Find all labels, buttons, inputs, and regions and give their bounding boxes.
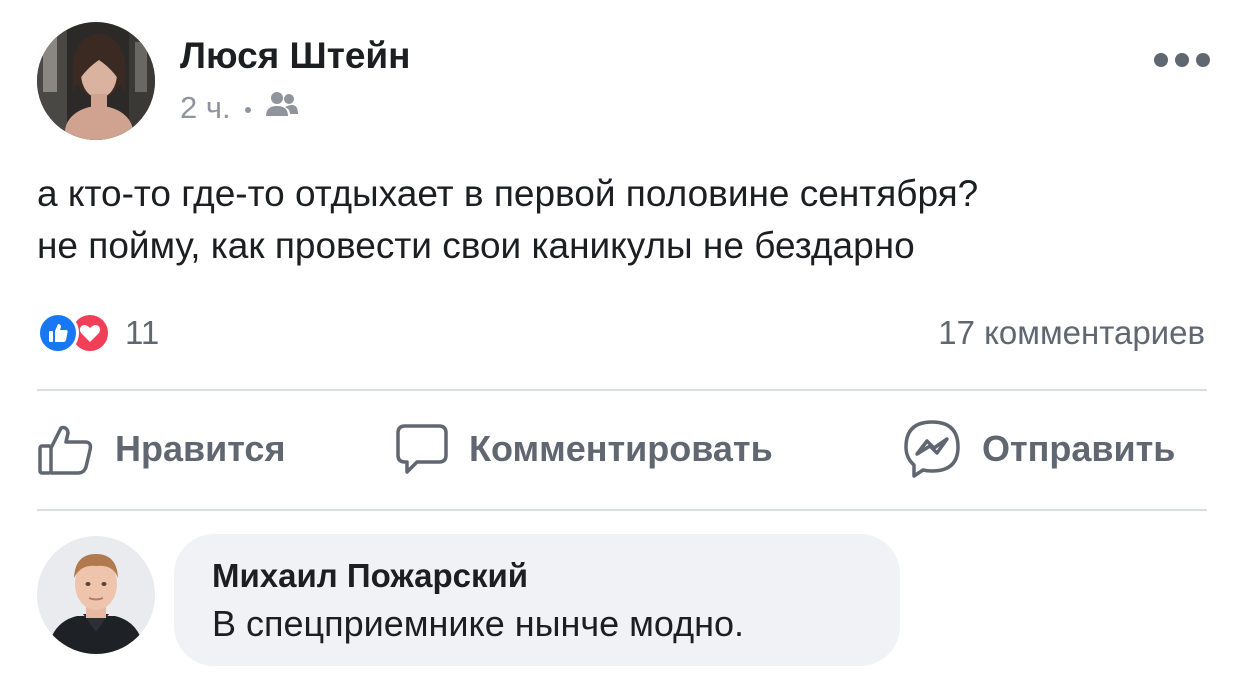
author-name[interactable]: Люся Штейн [180, 33, 411, 79]
commenter-avatar[interactable] [37, 536, 155, 654]
more-dot [1175, 53, 1189, 67]
more-options-button[interactable] [1154, 48, 1210, 72]
send-button[interactable]: Отправить [902, 418, 1175, 480]
author-avatar-photo [37, 22, 155, 140]
comment-button[interactable]: Комментировать [395, 418, 773, 480]
divider [37, 389, 1207, 391]
more-dot [1196, 53, 1210, 67]
friends-icon[interactable] [265, 90, 299, 126]
send-button-label: Отправить [982, 428, 1176, 469]
comment-bubble[interactable]: Михаил Пожарский В спецприемнике нынче м… [174, 534, 900, 666]
reactions-summary[interactable]: 11 [37, 310, 159, 356]
like-button-label: Нравится [115, 428, 286, 469]
commenter-avatar-photo [37, 536, 155, 654]
post-time[interactable]: 2 ч. [180, 90, 231, 126]
post-text-line: а кто-то где-то отдыхает в первой полови… [37, 173, 979, 214]
comment-author[interactable]: Михаил Пожарский [212, 556, 900, 596]
post-text-line: не пойму, как провести свои каникулы не … [37, 225, 915, 266]
comment-button-label: Комментировать [469, 428, 773, 469]
thumbs-up-icon [37, 420, 95, 478]
comment-text: В спецприемнике нынче модно. [212, 603, 745, 644]
like-button[interactable]: Нравится [37, 418, 285, 480]
more-dot [1154, 53, 1168, 67]
author-avatar[interactable] [37, 22, 155, 140]
meta-separator [244, 107, 251, 113]
divider [37, 509, 1207, 511]
like-icon [37, 312, 79, 354]
reaction-count: 11 [125, 314, 160, 351]
post-meta: 2 ч. [180, 88, 299, 128]
comments-count[interactable]: 17 комментариев [938, 312, 1205, 354]
post-text: а кто-то где-то отдыхает в первой полови… [37, 168, 1207, 272]
messenger-icon [902, 419, 962, 479]
comment-bubble-icon [395, 422, 449, 476]
